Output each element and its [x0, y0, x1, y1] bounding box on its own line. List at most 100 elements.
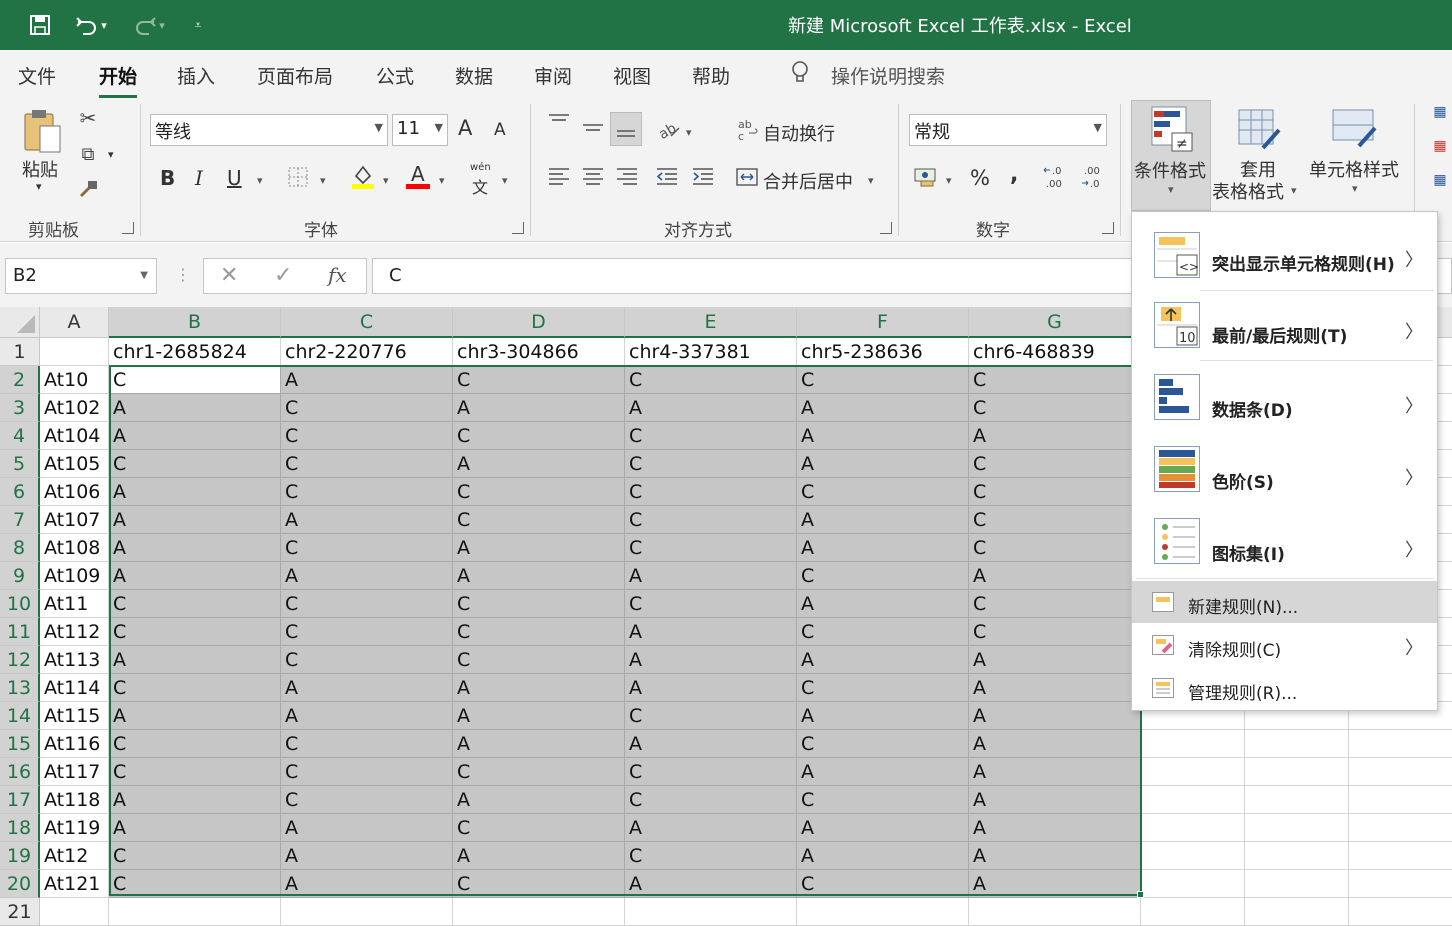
accounting-dropdown-icon[interactable]: ▾ [946, 174, 952, 187]
save-icon[interactable] [26, 11, 54, 39]
row-header[interactable]: 17 [0, 786, 40, 814]
table-cell[interactable]: A [281, 562, 453, 590]
font-launcher-icon[interactable] [512, 222, 524, 234]
table-cell[interactable]: A [797, 534, 969, 562]
paste-icon[interactable] [22, 108, 64, 156]
table-cell[interactable]: C [797, 478, 969, 506]
table-cell[interactable]: A [625, 730, 797, 758]
header-cell[interactable]: chr6-468839 [969, 338, 1141, 366]
enter-icon[interactable]: ✓ [274, 263, 292, 288]
table-cell[interactable]: A [969, 786, 1141, 814]
table-cell[interactable]: A [797, 506, 969, 534]
delete-cells-icon[interactable]: ▦ [1428, 138, 1452, 154]
table-cell[interactable]: C [453, 758, 625, 786]
table-cell[interactable]: C [109, 590, 281, 618]
table-cell[interactable] [1245, 842, 1349, 870]
menu-item-color-scales[interactable]: 色阶(S) 〉 [1132, 436, 1437, 506]
table-cell[interactable]: A [453, 730, 625, 758]
font-name-combo[interactable]: 等线 ▼ [150, 114, 388, 146]
table-cell[interactable]: C [453, 422, 625, 450]
table-cell[interactable]: At115 [40, 702, 109, 730]
select-all-corner[interactable] [0, 307, 40, 338]
tab-formulas[interactable]: 公式 [376, 62, 414, 89]
tab-help[interactable]: 帮助 [692, 62, 730, 89]
copy-dropdown-icon[interactable]: ▾ [108, 148, 114, 161]
percent-style-button[interactable]: % [970, 166, 990, 190]
row-header[interactable]: 7 [0, 506, 40, 534]
cell-styles-icon[interactable] [1330, 106, 1380, 155]
table-cell[interactable]: A [453, 534, 625, 562]
table-cell[interactable]: C [453, 814, 625, 842]
table-cell[interactable]: At121 [40, 870, 109, 898]
table-cell[interactable]: A [109, 786, 281, 814]
format-cells-icon[interactable]: ▦ [1428, 172, 1452, 188]
table-cell[interactable]: A [625, 618, 797, 646]
table-cell[interactable]: C [969, 590, 1141, 618]
align-center-icon[interactable] [580, 166, 606, 193]
row-header[interactable]: 8 [0, 534, 40, 562]
phonetic-guide-char[interactable]: 文 [472, 174, 488, 198]
table-cell[interactable]: A [797, 814, 969, 842]
table-cell[interactable] [1141, 842, 1245, 870]
column-header-d[interactable]: D [453, 307, 625, 338]
table-cell[interactable]: C [453, 870, 625, 898]
menu-item-highlight-rules[interactable]: <> 突出显示单元格规则(H) 〉 [1132, 220, 1437, 288]
table-cell[interactable]: A [969, 674, 1141, 702]
fill-handle[interactable] [1137, 891, 1144, 898]
table-cell[interactable]: At108 [40, 534, 109, 562]
table-cell[interactable]: A [109, 702, 281, 730]
menu-item-icon-sets[interactable]: 图标集(I) 〉 [1132, 508, 1437, 578]
row-header[interactable]: 11 [0, 618, 40, 646]
table-cell[interactable]: C [281, 646, 453, 674]
table-cell[interactable] [453, 898, 625, 926]
table-cell[interactable]: C [797, 366, 969, 394]
underline-button[interactable]: U [227, 166, 242, 190]
shrink-font-button[interactable]: A [494, 120, 506, 140]
table-cell[interactable]: A [453, 450, 625, 478]
table-cell[interactable]: At106 [40, 478, 109, 506]
cut-icon[interactable]: ✂ [76, 106, 100, 130]
table-cell[interactable]: At112 [40, 618, 109, 646]
table-cell[interactable]: C [109, 674, 281, 702]
column-header-c[interactable]: C [281, 307, 453, 338]
table-cell[interactable]: C [797, 730, 969, 758]
paste-label[interactable]: 粘贴 [22, 156, 58, 182]
table-cell[interactable]: At10 [40, 366, 109, 394]
underline-dropdown-icon[interactable]: ▾ [257, 174, 263, 187]
table-cell[interactable]: C [969, 534, 1141, 562]
insert-cells-icon[interactable]: ▦ [1428, 104, 1452, 120]
table-cell[interactable]: C [453, 646, 625, 674]
grow-font-button[interactable]: A [458, 116, 472, 140]
table-cell[interactable]: C [797, 870, 969, 898]
fill-color-dropdown-icon[interactable]: ▾ [383, 174, 389, 187]
table-cell[interactable]: C [625, 758, 797, 786]
table-cell[interactable]: A [109, 534, 281, 562]
table-cell[interactable] [1245, 730, 1349, 758]
table-cell[interactable] [1349, 898, 1452, 926]
table-cell[interactable] [1141, 730, 1245, 758]
decrease-indent-icon[interactable] [654, 166, 680, 193]
tab-file[interactable]: 文件 [18, 62, 56, 89]
table-cell[interactable] [1349, 814, 1452, 842]
clipboard-launcher-icon[interactable] [122, 222, 134, 234]
table-cell[interactable]: C [797, 618, 969, 646]
cancel-icon[interactable]: ✕ [220, 263, 238, 288]
format-painter-icon[interactable] [76, 178, 100, 205]
table-cell[interactable] [1349, 870, 1452, 898]
paste-dropdown-icon[interactable]: ▾ [36, 180, 42, 193]
table-cell[interactable]: A [625, 646, 797, 674]
table-cell[interactable] [625, 898, 797, 926]
table-cell[interactable]: At12 [40, 842, 109, 870]
menu-item-data-bars[interactable]: 数据条(D) 〉 [1132, 364, 1437, 434]
table-cell[interactable] [1141, 786, 1245, 814]
header-cell[interactable]: chr4-337381 [625, 338, 797, 366]
table-cell[interactable]: C [969, 478, 1141, 506]
table-cell[interactable]: A [797, 702, 969, 730]
align-left-icon[interactable] [546, 166, 572, 193]
table-cell[interactable] [1141, 898, 1245, 926]
table-cell[interactable]: C [797, 562, 969, 590]
table-cell[interactable]: A [453, 702, 625, 730]
table-cell[interactable]: A [625, 814, 797, 842]
table-cell[interactable] [1349, 786, 1452, 814]
header-cell[interactable] [40, 338, 109, 366]
